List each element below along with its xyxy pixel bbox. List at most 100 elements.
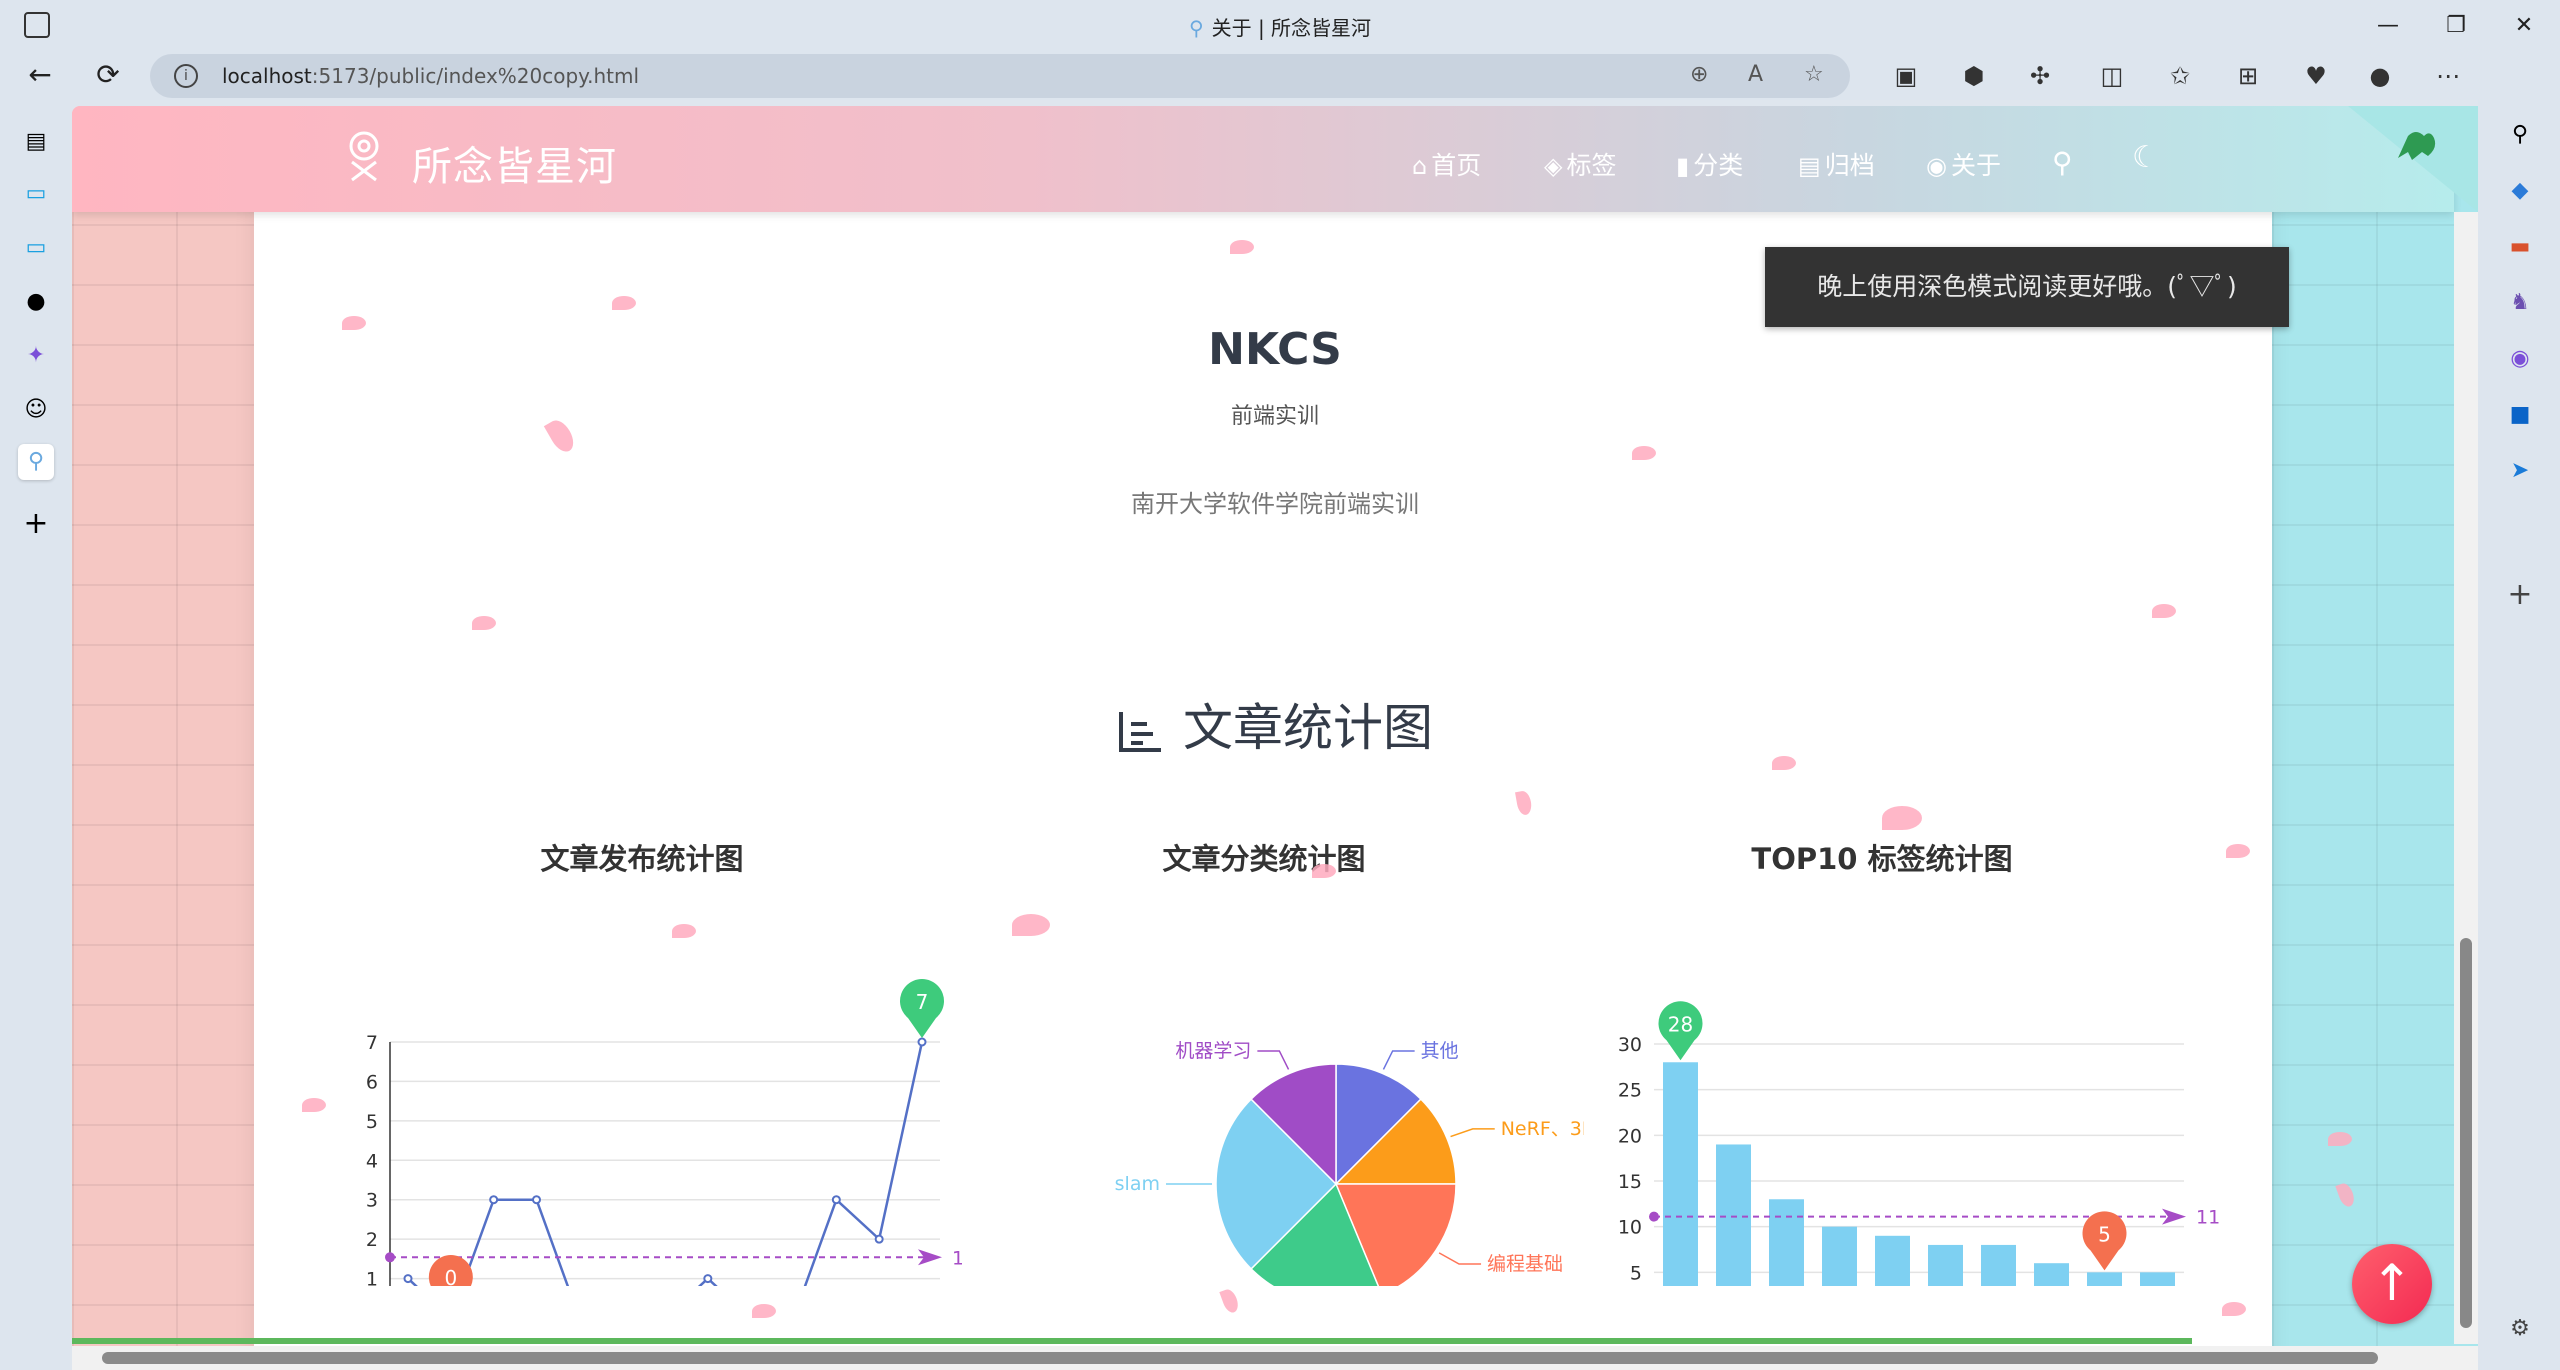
copilot-app-icon[interactable]: ◉ xyxy=(2505,344,2535,374)
tab-title-text: 关于 | 所念皆星河 xyxy=(1211,16,1372,40)
site-info-icon[interactable]: i xyxy=(174,64,198,88)
vertical-scrollbar[interactable] xyxy=(2454,212,2478,1344)
sidebar-settings-icon[interactable]: ⚙ xyxy=(2505,1314,2535,1344)
tag-bar xyxy=(1981,1244,2016,1286)
tab-bilibili-icon[interactable]: ▭ xyxy=(18,176,54,212)
tags-icon: ◈ xyxy=(1544,152,1563,180)
y-tick-label: 5 xyxy=(366,1111,378,1133)
min-marker: 0 xyxy=(428,1255,473,1286)
data-point xyxy=(917,1037,927,1047)
y-tick-label: 3 xyxy=(366,1190,378,1212)
outlook-icon[interactable]: ■ xyxy=(2505,400,2535,430)
github-corner-icon[interactable] xyxy=(2348,106,2478,212)
search-icon[interactable]: ⚲ xyxy=(2505,120,2535,150)
chart-section-icon xyxy=(1119,711,1161,752)
max-marker: 7 xyxy=(900,979,944,1038)
close-window-button[interactable]: ✕ xyxy=(2504,6,2544,46)
tag-bar xyxy=(2034,1263,2069,1286)
reload-button[interactable]: ⟳ xyxy=(88,56,128,96)
extensions-puzzle-icon[interactable]: ✣ xyxy=(2024,60,2056,92)
brand-name[interactable]: 所念皆星河 xyxy=(412,134,617,192)
average-label: 1.54 xyxy=(952,1247,962,1269)
restore-button[interactable]: ❐ xyxy=(2436,6,2476,46)
pie-slice-label: 编程基础 xyxy=(1487,1253,1563,1275)
tag-bar xyxy=(1716,1144,1751,1286)
pie-slice-label: slam xyxy=(1115,1173,1160,1195)
tag-bar xyxy=(2087,1272,2122,1286)
max-marker-label: 28 xyxy=(1668,1012,1693,1036)
more-menu-icon[interactable]: ⋯ xyxy=(2432,60,2464,92)
category-pie-chart: 其他NeRF、3DGS编程基础三维视觉slam机器学习 xyxy=(1115,1040,1584,1286)
horizontal-scroll-thumb[interactable] xyxy=(102,1352,2378,1364)
new-tab-icon[interactable]: + xyxy=(18,506,54,542)
send-icon[interactable]: ➤ xyxy=(2505,456,2535,486)
nav-home-label: 首页 xyxy=(1431,151,1482,180)
data-point xyxy=(403,1274,413,1284)
performance-icon[interactable]: ♥ xyxy=(2300,60,2332,92)
sakura-petal xyxy=(2222,1302,2246,1316)
horizontal-scrollbar[interactable] xyxy=(72,1346,2478,1370)
tab-github-icon[interactable]: ● xyxy=(18,284,54,320)
pie-label-line xyxy=(1257,1050,1290,1070)
data-point xyxy=(489,1195,499,1205)
games-icon[interactable]: ♞ xyxy=(2505,288,2535,318)
back-to-top-button[interactable]: ↑ xyxy=(2352,1244,2432,1324)
minimize-button[interactable]: — xyxy=(2368,6,2408,46)
address-bar[interactable]: i localhost:5173/public/index%20copy.htm… xyxy=(150,54,1850,98)
extension-shield-icon[interactable]: ⬢ xyxy=(1958,60,1990,92)
nav-categories[interactable]: ▮ 分类 xyxy=(1676,146,1743,182)
tab-actions-icon[interactable]: ▤ xyxy=(18,124,54,160)
url-text[interactable]: localhost:5173/public/index%20copy.html xyxy=(222,64,639,88)
nav-categories-label: 分类 xyxy=(1693,151,1744,180)
sakura-petal xyxy=(612,296,636,310)
publish-series-line xyxy=(407,1041,924,1286)
tab-active-site-icon[interactable]: ⚲ xyxy=(18,444,54,480)
sakura-petal xyxy=(342,316,366,330)
tag-icon[interactable]: ◆ xyxy=(2505,176,2535,206)
nav-archive[interactable]: ▤ 归档 xyxy=(1798,146,1875,182)
add-sidebar-app-icon[interactable]: + xyxy=(2505,580,2535,610)
max-marker: 28 xyxy=(1658,1001,1703,1061)
back-button[interactable]: ← xyxy=(20,56,60,96)
split-screen-icon[interactable]: ◫ xyxy=(2096,60,2128,92)
user-circle-icon: ◉ xyxy=(1926,152,1947,180)
collections-icon[interactable]: ⊞ xyxy=(2232,60,2264,92)
nav-tags-label: 标签 xyxy=(1566,151,1617,180)
average-start-dot xyxy=(385,1252,395,1263)
y-tick-label: 5 xyxy=(1630,1262,1642,1284)
url-path: :5173/public/index%20copy.html xyxy=(311,64,640,88)
y-tick-label: 4 xyxy=(366,1150,378,1172)
min-marker-label: 5 xyxy=(2098,1222,2111,1246)
sakura-petal xyxy=(672,924,696,938)
section-title-text: 文章统计图 xyxy=(1183,699,1433,757)
sakura-petal xyxy=(472,616,496,630)
pie-slice-label: 机器学习 xyxy=(1175,1040,1251,1062)
bookmark-icon: ▮ xyxy=(1676,152,1690,180)
search-icon[interactable]: ⚲ xyxy=(2052,146,2073,179)
nav-about[interactable]: ◉ 关于 xyxy=(1926,146,2001,182)
tab-bilibili-icon[interactable]: ▭ xyxy=(18,230,54,266)
browser-titlebar: ⚲ 关于 | 所念皆星河 — ❐ ✕ xyxy=(0,0,2560,52)
toolbox-icon[interactable]: ▬ xyxy=(2505,232,2535,262)
dark-mode-toggle-icon[interactable]: ☾ xyxy=(2132,140,2159,175)
tab-app-icon[interactable]: ✦ xyxy=(18,338,54,374)
average-label: 11.1 xyxy=(2196,1207,2222,1229)
favorite-star-icon[interactable]: ☆ xyxy=(1804,62,1824,87)
vertical-scroll-thumb[interactable] xyxy=(2460,938,2472,1328)
archive-icon: ▤ xyxy=(1798,152,1821,180)
extension-icon[interactable]: ▣ xyxy=(1890,60,1922,92)
tab-avatar-icon[interactable]: ☺ xyxy=(18,392,54,428)
nav-tags[interactable]: ◈ 标签 xyxy=(1544,146,1616,182)
sakura-petal xyxy=(1632,446,1656,460)
tag-bar xyxy=(2140,1272,2175,1286)
y-tick-label: 6 xyxy=(366,1071,378,1093)
nav-home[interactable]: ⌂ 首页 xyxy=(1412,146,1481,182)
zoom-icon[interactable]: ⊕ xyxy=(1690,62,1708,87)
favorites-icon[interactable]: ✩ xyxy=(2164,60,2196,92)
reading-progress-bar xyxy=(72,1338,2192,1344)
data-point xyxy=(831,1195,841,1205)
profile-avatar-icon[interactable]: ● xyxy=(2364,60,2396,92)
read-aloud-icon[interactable]: A xyxy=(1748,62,1763,87)
pie-label-line xyxy=(1382,1050,1415,1070)
sakura-petal xyxy=(1230,240,1254,254)
